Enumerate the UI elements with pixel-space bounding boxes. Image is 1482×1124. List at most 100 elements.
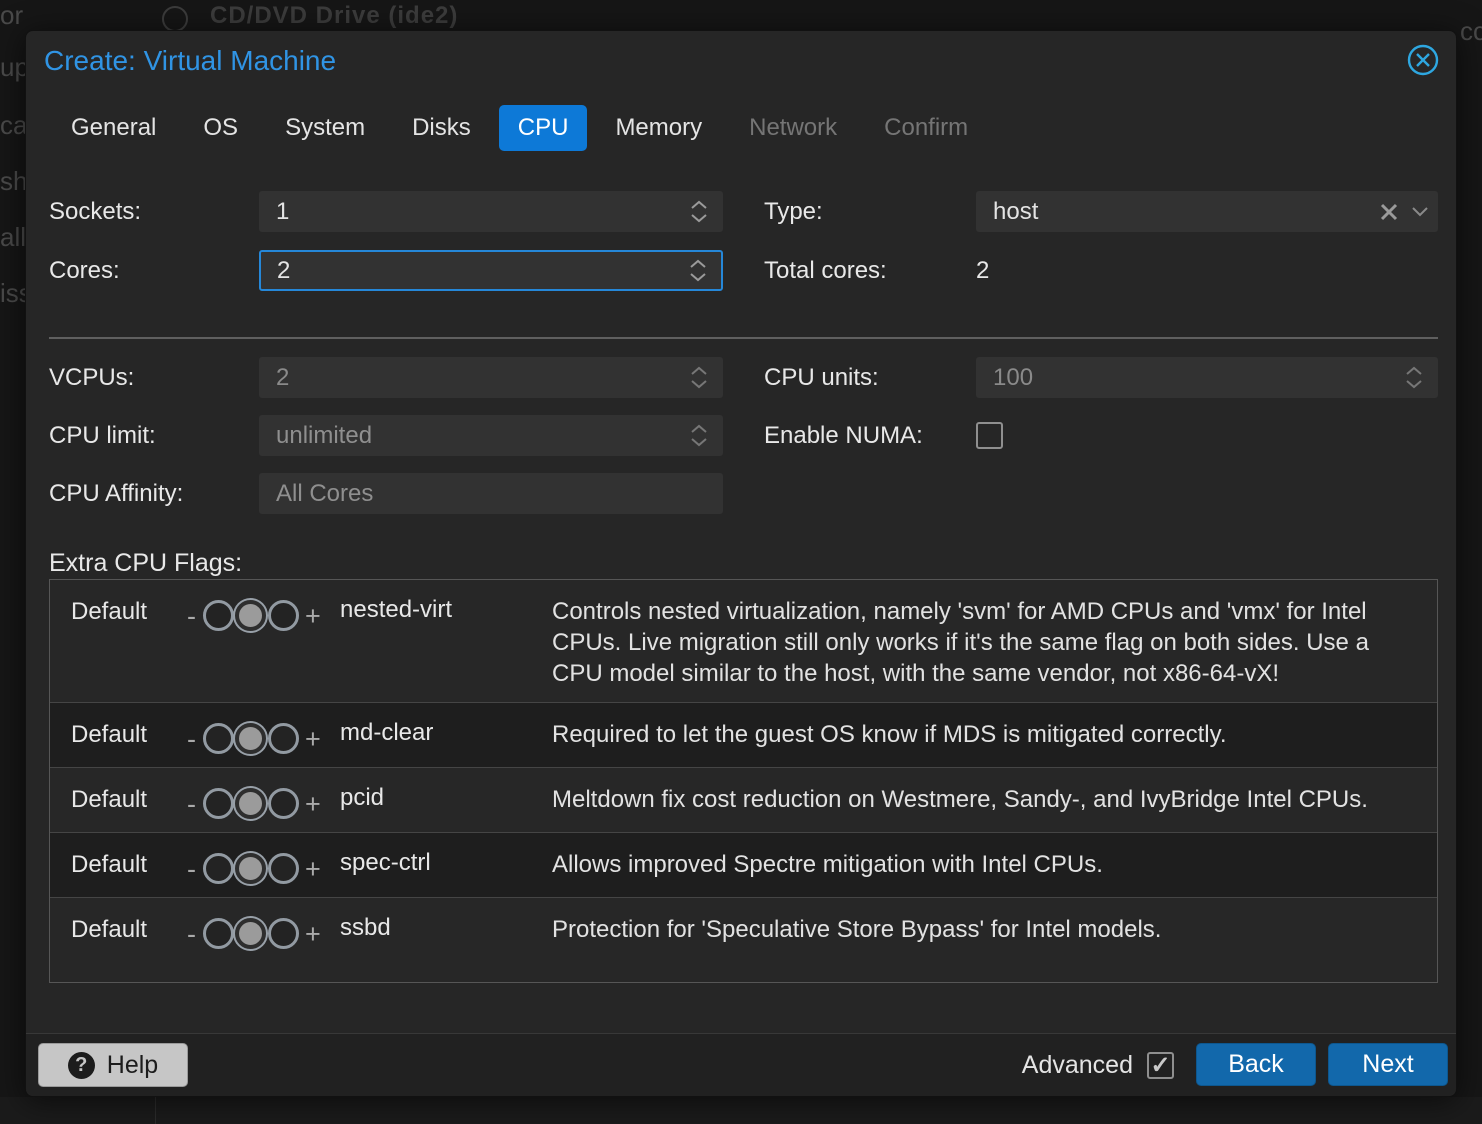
vcpus-label: VCPUs: [49, 357, 134, 398]
enable-numa-label: Enable NUMA: [764, 415, 923, 456]
sockets-field [259, 191, 723, 232]
plus-icon[interactable]: + [305, 789, 321, 819]
tab-confirm[interactable]: Confirm [865, 105, 987, 151]
next-button[interactable]: Next [1328, 1043, 1448, 1086]
cpu-flag-row: Default - + nested-virt Controls nested … [50, 580, 1437, 702]
flag-state: Default [50, 591, 187, 689]
tab-system[interactable]: System [266, 105, 384, 151]
type-combobox [976, 191, 1438, 232]
help-button-label: Help [107, 1051, 158, 1080]
plus-icon[interactable]: + [305, 919, 321, 949]
flag-tristate-toggle[interactable]: - + [187, 600, 321, 631]
bg-sidebar-divider [155, 1097, 156, 1124]
flag-name: ssbd [340, 909, 552, 949]
toggle-off-circle[interactable] [203, 600, 234, 631]
cpu-flag-row: Default - + pcid Meltdown fix cost reduc… [50, 767, 1437, 832]
bg-left-fragment: all [0, 222, 26, 253]
bg-right-fragment: cc [1460, 16, 1482, 47]
cpu-affinity-input[interactable] [260, 474, 722, 513]
tab-disks[interactable]: Disks [393, 105, 490, 151]
minus-icon[interactable]: - [187, 724, 196, 754]
flag-name: md-clear [340, 714, 552, 754]
clear-icon[interactable] [1379, 202, 1399, 222]
toggle-off-circle[interactable] [203, 788, 234, 819]
tab-os[interactable]: OS [184, 105, 257, 151]
flag-description: Controls nested virtualization, namely '… [552, 591, 1437, 689]
close-icon[interactable] [1406, 43, 1440, 77]
section-divider [49, 337, 1438, 339]
flag-description: Required to let the guest OS know if MDS… [552, 714, 1437, 754]
cpu-flags-table: Default - + nested-virt Controls nested … [49, 579, 1438, 983]
minus-icon[interactable]: - [187, 789, 196, 819]
tab-network[interactable]: Network [730, 105, 856, 151]
toggle-default-circle[interactable] [235, 600, 266, 631]
toggle-off-circle[interactable] [203, 918, 234, 949]
chevron-down-icon[interactable] [1411, 206, 1429, 217]
tab-bar: General OS System Disks CPU Memory Netwo… [52, 105, 996, 151]
toggle-default-circle[interactable] [235, 723, 266, 754]
cpu-flag-row: Default - + md-clear Required to let the… [50, 702, 1437, 767]
flag-name: pcid [340, 779, 552, 819]
vcpus-input [260, 358, 722, 397]
plus-icon[interactable]: + [305, 724, 321, 754]
minus-icon[interactable]: - [187, 919, 196, 949]
advanced-checkbox[interactable]: ✓ [1147, 1052, 1174, 1079]
bg-left-fragment: or [0, 0, 23, 31]
bg-drive-icon [162, 6, 188, 32]
toggle-default-circle[interactable] [235, 853, 266, 884]
cpu-flag-row: Default - + ssbd Protection for 'Specula… [50, 897, 1437, 962]
flag-tristate-toggle[interactable]: - + [187, 853, 321, 884]
flag-description: Allows improved Spectre mitigation with … [552, 844, 1437, 884]
enable-numa-checkbox[interactable] [976, 422, 1003, 449]
help-button[interactable]: ? Help [38, 1043, 188, 1087]
toggle-default-circle[interactable] [235, 918, 266, 949]
advanced-label: Advanced [1022, 1051, 1133, 1080]
vcpus-spinner [690, 358, 716, 397]
plus-icon[interactable]: + [305, 601, 321, 631]
cores-input[interactable] [261, 252, 721, 289]
toggle-on-circle[interactable] [268, 723, 299, 754]
cpu-limit-spinner [690, 416, 716, 455]
minus-icon[interactable]: - [187, 601, 196, 631]
cpu-units-field [976, 357, 1438, 398]
cpu-affinity-label: CPU Affinity: [49, 473, 183, 514]
tab-memory[interactable]: Memory [596, 105, 721, 151]
toggle-off-circle[interactable] [203, 853, 234, 884]
flag-tristate-toggle[interactable]: - + [187, 723, 321, 754]
back-button[interactable]: Back [1196, 1043, 1316, 1086]
flag-tristate-toggle[interactable]: - + [187, 918, 321, 949]
type-input[interactable] [977, 192, 1437, 231]
tab-cpu[interactable]: CPU [499, 105, 588, 151]
extra-cpu-flags-label: Extra CPU Flags: [49, 549, 242, 578]
create-vm-dialog: Create: Virtual Machine General OS Syste… [25, 30, 1457, 1097]
cores-spinner[interactable] [689, 252, 715, 289]
toggle-default-circle[interactable] [235, 788, 266, 819]
cpu-units-label: CPU units: [764, 357, 879, 398]
cores-field [259, 250, 723, 291]
sockets-input[interactable] [260, 192, 722, 231]
total-cores-value: 2 [976, 250, 989, 291]
flag-name: spec-ctrl [340, 844, 552, 884]
cpu-units-input [977, 358, 1437, 397]
toggle-off-circle[interactable] [203, 723, 234, 754]
cpu-limit-label: CPU limit: [49, 415, 156, 456]
sockets-spinner[interactable] [690, 192, 716, 231]
bg-left-fragment: sh [0, 166, 27, 197]
toggle-on-circle[interactable] [268, 918, 299, 949]
bg-left-fragment: ca [0, 110, 27, 141]
cpu-limit-field [259, 415, 723, 456]
cpu-limit-input [260, 416, 722, 455]
type-label: Type: [764, 191, 823, 232]
vcpus-field [259, 357, 723, 398]
toggle-on-circle[interactable] [268, 788, 299, 819]
flag-state: Default [50, 844, 187, 884]
total-cores-label: Total cores: [764, 250, 887, 291]
flag-tristate-toggle[interactable]: - + [187, 788, 321, 819]
toggle-on-circle[interactable] [268, 600, 299, 631]
tab-general[interactable]: General [52, 105, 175, 151]
toggle-on-circle[interactable] [268, 853, 299, 884]
bg-bottom-area [0, 1097, 1482, 1124]
plus-icon[interactable]: + [305, 854, 321, 884]
minus-icon[interactable]: - [187, 854, 196, 884]
dialog-footer: ? Help Advanced ✓ Back Next [26, 1033, 1456, 1096]
